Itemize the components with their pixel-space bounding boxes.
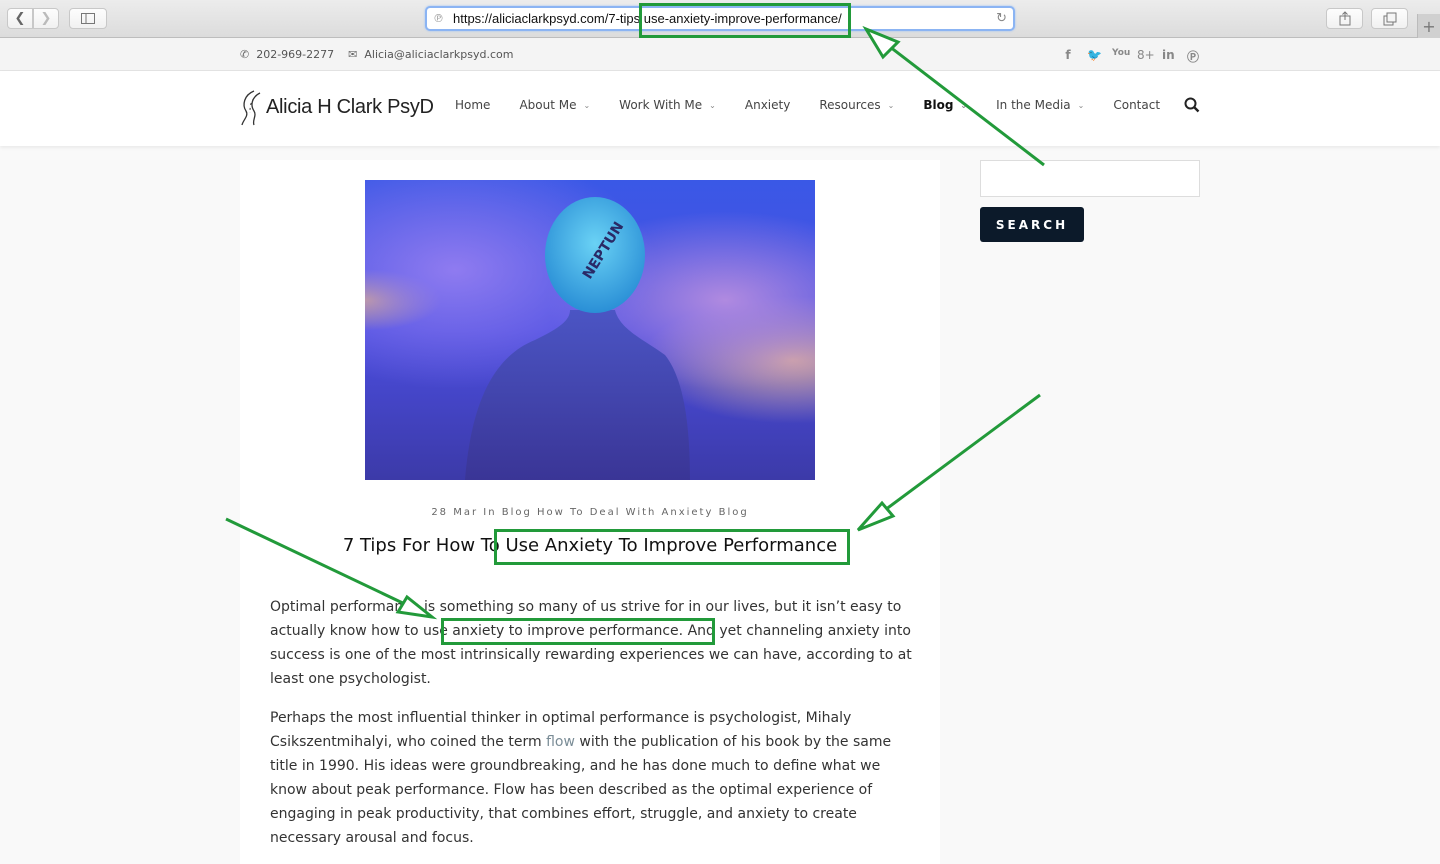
- nav-about-me[interactable]: About Me ⌄: [519, 98, 590, 112]
- envelope-icon: ✉: [348, 48, 358, 61]
- search-icon[interactable]: [1184, 97, 1200, 113]
- sidebar-icon: [81, 13, 95, 24]
- phone-icon: ✆: [240, 48, 250, 61]
- youtube-icon[interactable]: You: [1112, 48, 1130, 65]
- phone-number[interactable]: 202-969-2277: [256, 48, 334, 61]
- post-body: Optimal performance is something so many…: [270, 595, 915, 864]
- chevron-left-icon: ❮: [14, 11, 26, 26]
- highlighted-phrase: use anxiety to improve performance: [423, 623, 679, 639]
- nav-work-with-me[interactable]: Work With Me ⌄: [619, 98, 716, 112]
- main-nav: Home About Me ⌄ Work With Me ⌄ Anxiety Res…: [455, 98, 1189, 112]
- browser-toolbar: ❮ ❯ ℗ https://aliciaclarkpsyd.com/7-tips…: [0, 0, 1440, 38]
- plus-icon: +: [1422, 16, 1436, 36]
- chevron-down-icon: ⌄: [960, 100, 968, 110]
- text: with the publication of his book by the …: [270, 734, 892, 846]
- swimmer-illustration: NEPTUN: [465, 197, 690, 480]
- blog-post: NEPTUN 28 Mar In Blog How To Deal With A…: [240, 160, 940, 864]
- share-icon: [1339, 11, 1350, 26]
- post-meta: 28 Mar In Blog How To Deal With Anxiety …: [431, 507, 749, 518]
- twitter-icon[interactable]: 🐦: [1087, 48, 1102, 65]
- nav-label: About Me: [519, 98, 577, 112]
- tabs-icon: [1383, 12, 1396, 25]
- site-logo[interactable]: Alicia H Clark PsyD: [240, 87, 434, 127]
- site-favicon: ℗: [433, 11, 444, 25]
- paragraph: Perhaps the most influential thinker in …: [270, 706, 915, 850]
- google-plus-icon[interactable]: 8+: [1137, 48, 1155, 65]
- forward-button[interactable]: ❯: [33, 8, 59, 29]
- linkedin-icon[interactable]: in: [1162, 48, 1175, 65]
- nav-label: Blog: [923, 98, 954, 112]
- logo-text: Alicia H Clark PsyD: [266, 95, 434, 118]
- nav-contact[interactable]: Contact: [1113, 98, 1160, 112]
- show-tabs-button[interactable]: [1371, 8, 1408, 29]
- nav-resources[interactable]: Resources ⌄: [819, 98, 894, 112]
- reload-icon[interactable]: ↻: [996, 11, 1007, 26]
- address-bar[interactable]: ℗ https://aliciaclarkpsyd.com/7-tips use…: [425, 6, 1015, 31]
- chevron-down-icon: ⌄: [887, 100, 895, 110]
- logo-road-icon: [241, 90, 261, 126]
- facebook-icon[interactable]: f: [1062, 48, 1074, 65]
- featured-image: NEPTUN: [365, 180, 815, 480]
- sidebar-toggle-button[interactable]: [69, 8, 107, 29]
- chevron-right-icon: ❯: [40, 11, 52, 26]
- email-link[interactable]: Alicia@aliciaclarkpsyd.com: [364, 48, 513, 61]
- nav-label: Home: [455, 98, 491, 112]
- nav-label: Anxiety: [744, 98, 791, 112]
- nav-home[interactable]: Home: [455, 98, 490, 112]
- nav-label: Contact: [1113, 98, 1161, 112]
- url-text: https://aliciaclarkpsyd.com/7-tips use-a…: [453, 11, 842, 26]
- chevron-down-icon: ⌄: [1077, 100, 1085, 110]
- paragraph: Optimal performance is something so many…: [270, 595, 915, 691]
- site-header: Alicia H Clark PsyD Home About Me ⌄ Work …: [0, 71, 1440, 146]
- back-button[interactable]: ❮: [7, 8, 33, 29]
- share-button[interactable]: [1326, 8, 1363, 29]
- social-links: f 🐦 You 8+ in Ⓟ: [1062, 48, 1199, 65]
- sidebar-search-input[interactable]: [980, 160, 1200, 197]
- chevron-down-icon: ⌄: [583, 100, 591, 110]
- nav-anxiety[interactable]: Anxiety: [745, 98, 790, 112]
- contact-bar: ✆ 202-969-2277 ✉ Alicia@aliciaclarkpsyd.…: [0, 38, 1440, 71]
- sidebar-search-button[interactable]: SEARCH: [980, 207, 1084, 242]
- nav-in-the-media[interactable]: In the Media ⌄: [996, 98, 1084, 112]
- nav-label: In the Media: [996, 98, 1071, 112]
- new-tab-button[interactable]: +: [1417, 14, 1440, 38]
- nav-label: Work With Me: [619, 98, 703, 112]
- pinterest-icon[interactable]: Ⓟ: [1187, 48, 1199, 65]
- nav-blog[interactable]: Blog ⌄: [923, 98, 967, 112]
- chevron-down-icon: ⌄: [709, 100, 716, 110]
- flow-link[interactable]: flow: [546, 734, 575, 750]
- nav-label: Resources: [819, 98, 881, 112]
- post-title: 7 Tips For How To Use Anxiety To Improve…: [342, 535, 838, 556]
